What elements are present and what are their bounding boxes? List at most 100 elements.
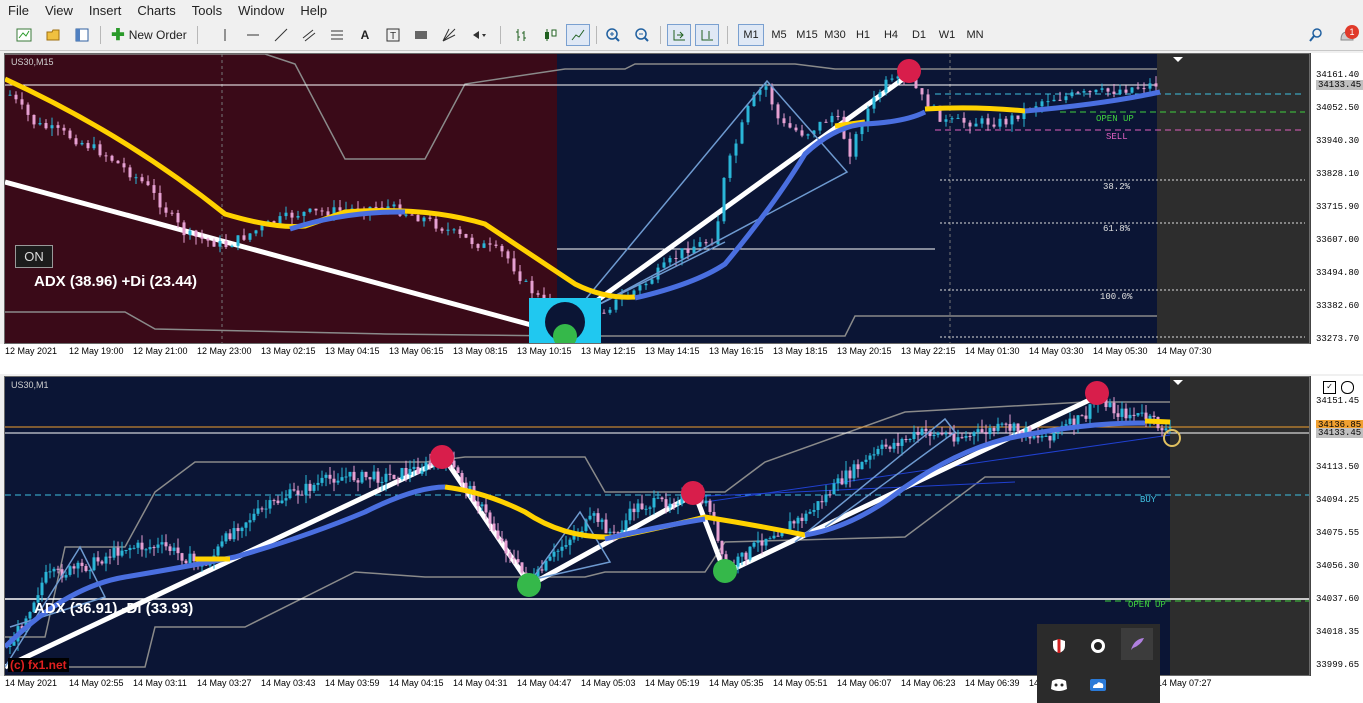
zoom-out-icon[interactable] bbox=[630, 24, 654, 46]
candle-body bbox=[960, 437, 964, 439]
candle-body bbox=[964, 436, 968, 438]
candle-body bbox=[280, 500, 284, 504]
candle-body bbox=[668, 258, 672, 263]
auto-scroll-icon[interactable] bbox=[667, 24, 691, 46]
menu-view[interactable]: View bbox=[37, 3, 81, 18]
candle-body bbox=[446, 229, 450, 231]
chart-shift-icon[interactable] bbox=[695, 24, 719, 46]
candle-body bbox=[476, 501, 480, 507]
candle-body bbox=[228, 533, 232, 540]
candle-body bbox=[92, 557, 96, 571]
timeframe-m30[interactable]: M30 bbox=[822, 24, 848, 46]
timeframe-d1[interactable]: D1 bbox=[906, 24, 932, 46]
time-label: 14 May 06:23 bbox=[901, 678, 956, 688]
fib-level-100: 100.0% bbox=[1100, 292, 1133, 302]
new-chart-icon[interactable] bbox=[12, 24, 36, 46]
candle-body bbox=[392, 204, 396, 207]
candle-body bbox=[148, 547, 152, 550]
shield-icon[interactable] bbox=[1043, 630, 1075, 662]
candle-body bbox=[288, 489, 292, 499]
bar-chart-icon[interactable] bbox=[510, 24, 534, 46]
candle-body bbox=[860, 125, 864, 135]
price-label: 33382.60 bbox=[1316, 301, 1360, 311]
candle-body bbox=[926, 94, 930, 109]
clock-icon[interactable] bbox=[1341, 381, 1354, 394]
candle-body bbox=[650, 279, 654, 284]
profiles-icon[interactable] bbox=[41, 24, 65, 46]
level-open-up-m15: OPEN UP bbox=[1096, 114, 1134, 124]
notifications-icon[interactable]: 1 bbox=[1334, 24, 1360, 46]
candle-body bbox=[856, 464, 860, 470]
candle-body bbox=[218, 241, 222, 247]
candle-body bbox=[854, 134, 858, 157]
menu-window[interactable]: Window bbox=[230, 3, 292, 18]
chart-window-us30-m15[interactable]: US30,M15 ON ADX (38.96) +Di (23.44) OPEN… bbox=[4, 53, 1310, 344]
candle-body bbox=[640, 503, 644, 510]
time-label: 14 May 06:39 bbox=[965, 678, 1020, 688]
candle-body bbox=[812, 510, 816, 512]
adx-panel-m1: ADX (36.91) -Di (33.93) bbox=[34, 600, 194, 617]
candle-body bbox=[794, 127, 798, 131]
equidistant-channel-icon[interactable] bbox=[297, 24, 321, 46]
indicator-on-button[interactable]: ON bbox=[15, 245, 53, 268]
line-chart-icon[interactable] bbox=[566, 24, 590, 46]
candle-body bbox=[308, 483, 312, 491]
candle-body bbox=[1008, 423, 1012, 431]
arrows-dropdown-icon[interactable] bbox=[467, 24, 491, 46]
timeframe-h1[interactable]: H1 bbox=[850, 24, 876, 46]
menu-insert[interactable]: Insert bbox=[81, 3, 130, 18]
chart-shift-zone bbox=[1157, 54, 1309, 343]
candle-body bbox=[1154, 83, 1158, 87]
cursor-icon[interactable] bbox=[213, 24, 237, 46]
search-icon[interactable] bbox=[1304, 24, 1328, 46]
timeframe-m5[interactable]: M5 bbox=[766, 24, 792, 46]
time-label: 12 May 23:00 bbox=[197, 346, 252, 356]
menu-tools[interactable]: Tools bbox=[184, 3, 230, 18]
candle-body bbox=[824, 494, 828, 503]
system-tray-popup bbox=[1037, 624, 1160, 703]
feather-icon[interactable] bbox=[1121, 628, 1153, 660]
timeframe-m15[interactable]: M15 bbox=[794, 24, 820, 46]
candle-body bbox=[1016, 423, 1020, 432]
candle-body bbox=[404, 214, 408, 216]
fibo-fan-icon[interactable] bbox=[437, 24, 461, 46]
menu-help[interactable]: Help bbox=[292, 3, 335, 18]
candle-body bbox=[500, 245, 504, 252]
time-label: 14 May 05:03 bbox=[581, 678, 636, 688]
chart-options-checkbox[interactable]: ✓ bbox=[1323, 381, 1336, 394]
candle-body bbox=[536, 293, 540, 295]
menu-file[interactable]: File bbox=[0, 3, 37, 18]
timeframe-h4[interactable]: H4 bbox=[878, 24, 904, 46]
text-label-icon[interactable]: T bbox=[381, 24, 405, 46]
fibonacci-icon[interactable] bbox=[325, 24, 349, 46]
trendline-icon[interactable] bbox=[269, 24, 293, 46]
candle-body bbox=[1152, 415, 1156, 417]
timeframe-w1[interactable]: W1 bbox=[934, 24, 960, 46]
timeframe-m1[interactable]: M1 bbox=[738, 24, 764, 46]
rectangle-icon[interactable] bbox=[409, 24, 433, 46]
candle-body bbox=[1016, 115, 1020, 120]
text-icon[interactable]: A bbox=[353, 24, 377, 46]
app-icon[interactable] bbox=[1082, 630, 1114, 662]
candle-body bbox=[182, 222, 186, 236]
price-label: 34113.50 bbox=[1316, 462, 1360, 472]
time-label: 14 May 02:55 bbox=[69, 678, 124, 688]
candlestick-icon[interactable] bbox=[538, 24, 562, 46]
timeframe-mn[interactable]: MN bbox=[962, 24, 988, 46]
candle-body bbox=[848, 470, 852, 479]
candle-body bbox=[920, 88, 924, 95]
new-order-icon: ✚ bbox=[111, 27, 125, 44]
candle-body bbox=[476, 244, 480, 248]
menu-charts[interactable]: Charts bbox=[129, 3, 183, 18]
zoom-in-icon[interactable] bbox=[601, 24, 625, 46]
candle-body bbox=[240, 527, 244, 532]
new-order-button[interactable]: ✚ New Order bbox=[107, 24, 191, 46]
candle-body bbox=[272, 500, 276, 502]
discord-icon[interactable] bbox=[1043, 669, 1075, 701]
market-watch-icon[interactable] bbox=[70, 24, 94, 46]
candle-body bbox=[116, 160, 120, 164]
cloud-icon[interactable] bbox=[1082, 669, 1114, 701]
horizontal-line-icon[interactable] bbox=[241, 24, 265, 46]
candle-body bbox=[708, 500, 712, 512]
candle-body bbox=[164, 207, 168, 213]
